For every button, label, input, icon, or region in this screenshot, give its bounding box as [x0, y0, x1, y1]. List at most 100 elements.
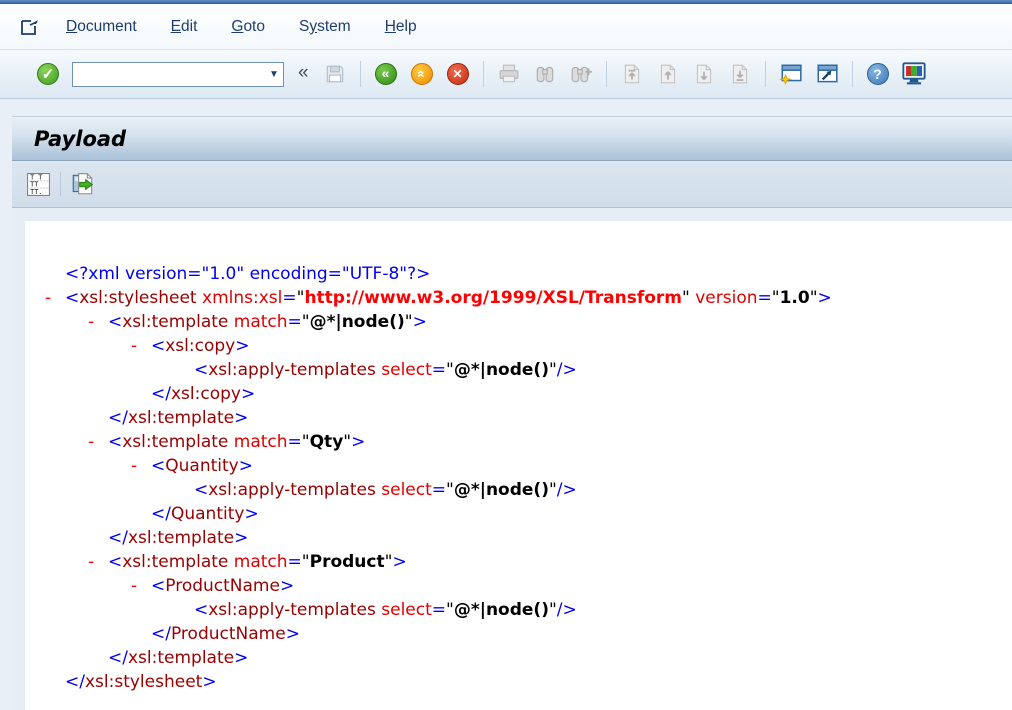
marker-spacer [88, 526, 108, 550]
svg-text:TT.: TT. [30, 187, 42, 195]
export-button[interactable] [67, 168, 99, 200]
new-session-button[interactable] [775, 59, 807, 89]
new-session-icon [779, 62, 803, 86]
xml-line: -<xsl:stylesheet xmlns:xsl="http://www.w… [45, 286, 1012, 310]
xml-line: </Quantity> [45, 502, 1012, 526]
marker-spacer [174, 598, 194, 622]
menu-goto[interactable]: Goto [231, 18, 265, 36]
find-icon [534, 63, 556, 85]
application-toolbar: T T TT TT. [12, 161, 1012, 208]
exit-button[interactable]: « [406, 59, 438, 89]
create-shortcut-icon [815, 62, 839, 86]
toolbar-separator [606, 61, 607, 87]
menu-document[interactable]: Document [66, 18, 137, 36]
next-page-button[interactable] [688, 59, 720, 89]
marker-spacer [174, 358, 194, 382]
xml-line: </xsl:template> [45, 646, 1012, 670]
xml-code: <?xml version="1.0" encoding="UTF-8"?>-<… [45, 262, 1012, 694]
toolbar-separator [60, 172, 61, 196]
first-page-icon [621, 63, 643, 85]
xml-line: <xsl:apply-templates select="@*|node()"/… [45, 478, 1012, 502]
xml-line: <xsl:apply-templates select="@*|node()"/… [45, 598, 1012, 622]
payload-panel: Payload T T TT TT. [12, 116, 1012, 710]
command-field-wrap: ▼ [72, 62, 284, 87]
xml-line: -<xsl:copy> [45, 334, 1012, 358]
marker-spacer [88, 646, 108, 670]
marker-spacer [131, 382, 151, 406]
toolbar-separator [360, 61, 361, 87]
collapse-marker[interactable]: - [88, 430, 108, 454]
collapse-marker[interactable]: - [131, 574, 151, 598]
toolbar-separator [852, 61, 853, 87]
content-frame: <?xml version="1.0" encoding="UTF-8"?>-<… [12, 208, 1012, 710]
help-icon: ? [867, 63, 889, 85]
xml-line: -<xsl:template match="Qty"> [45, 430, 1012, 454]
create-shortcut-button[interactable] [811, 59, 843, 89]
text-view-icon: T T TT TT. [26, 172, 51, 197]
help-button[interactable]: ? [862, 59, 894, 89]
last-page-icon [729, 63, 751, 85]
xml-line: -<ProductName> [45, 574, 1012, 598]
collapse-toolbar-icon[interactable]: « [298, 62, 309, 84]
collapse-marker[interactable]: - [45, 286, 65, 310]
exit-icon: « [411, 63, 433, 85]
menu-bar: Document Edit Goto System Help [0, 4, 1012, 50]
xml-line: -<xsl:template match="@*|node()"> [45, 310, 1012, 334]
system-menu-button[interactable] [16, 14, 44, 40]
last-page-button[interactable] [724, 59, 756, 89]
text-view-button[interactable]: T T TT TT. [22, 168, 54, 200]
previous-page-button[interactable] [652, 59, 684, 89]
save-icon [324, 63, 346, 85]
xml-line: -<Quantity> [45, 454, 1012, 478]
first-page-button[interactable] [616, 59, 648, 89]
enter-button[interactable]: ✓ [32, 59, 64, 89]
print-button[interactable] [493, 59, 525, 89]
xml-line: <xsl:apply-templates select="@*|node()"/… [45, 358, 1012, 382]
customize-layout-icon [901, 61, 927, 87]
xml-line: </ProductName> [45, 622, 1012, 646]
toolbar-separator [483, 61, 484, 87]
back-icon: « [375, 63, 397, 85]
print-icon [498, 63, 520, 85]
menu-system[interactable]: System [299, 18, 351, 36]
toolbar-separator [765, 61, 766, 87]
collapse-marker[interactable]: - [131, 454, 151, 478]
cancel-button[interactable]: ✕ [442, 59, 474, 89]
customize-layout-button[interactable] [898, 59, 930, 89]
marker-spacer [131, 622, 151, 646]
xml-line: </xsl:template> [45, 526, 1012, 550]
page-background: Payload T T TT TT. [0, 99, 1012, 710]
collapse-marker[interactable]: - [131, 334, 151, 358]
xml-line: </xsl:template> [45, 406, 1012, 430]
next-page-icon [693, 63, 715, 85]
marker-spacer [131, 502, 151, 526]
xml-line: <?xml version="1.0" encoding="UTF-8"?> [45, 262, 1012, 286]
enter-icon: ✓ [37, 63, 59, 85]
previous-page-icon [657, 63, 679, 85]
cancel-icon: ✕ [447, 63, 469, 85]
command-field[interactable] [73, 64, 265, 85]
export-icon [70, 171, 96, 197]
title-bar: Payload [12, 117, 1012, 161]
back-button[interactable]: « [370, 59, 402, 89]
marker-spacer [45, 262, 65, 286]
collapse-marker[interactable]: - [88, 310, 108, 334]
collapse-marker[interactable]: - [88, 550, 108, 574]
find-next-button[interactable] [565, 59, 597, 89]
marker-spacer [45, 670, 65, 694]
xml-line: </xsl:copy> [45, 382, 1012, 406]
payload-content: <?xml version="1.0" encoding="UTF-8"?>-<… [25, 221, 1012, 710]
page-title: Payload [34, 127, 126, 151]
menu-help[interactable]: Help [385, 18, 417, 36]
exit-box-icon [18, 16, 42, 38]
xml-line: </xsl:stylesheet> [45, 670, 1012, 694]
menu-items: Document Edit Goto System Help [66, 18, 451, 36]
save-button[interactable] [319, 59, 351, 89]
find-button[interactable] [529, 59, 561, 89]
xml-line: -<xsl:template match="Product"> [45, 550, 1012, 574]
menu-edit[interactable]: Edit [171, 18, 198, 36]
find-next-icon [570, 63, 592, 85]
marker-spacer [174, 478, 194, 502]
marker-spacer [88, 406, 108, 430]
command-field-dropdown-icon[interactable]: ▼ [265, 69, 283, 80]
